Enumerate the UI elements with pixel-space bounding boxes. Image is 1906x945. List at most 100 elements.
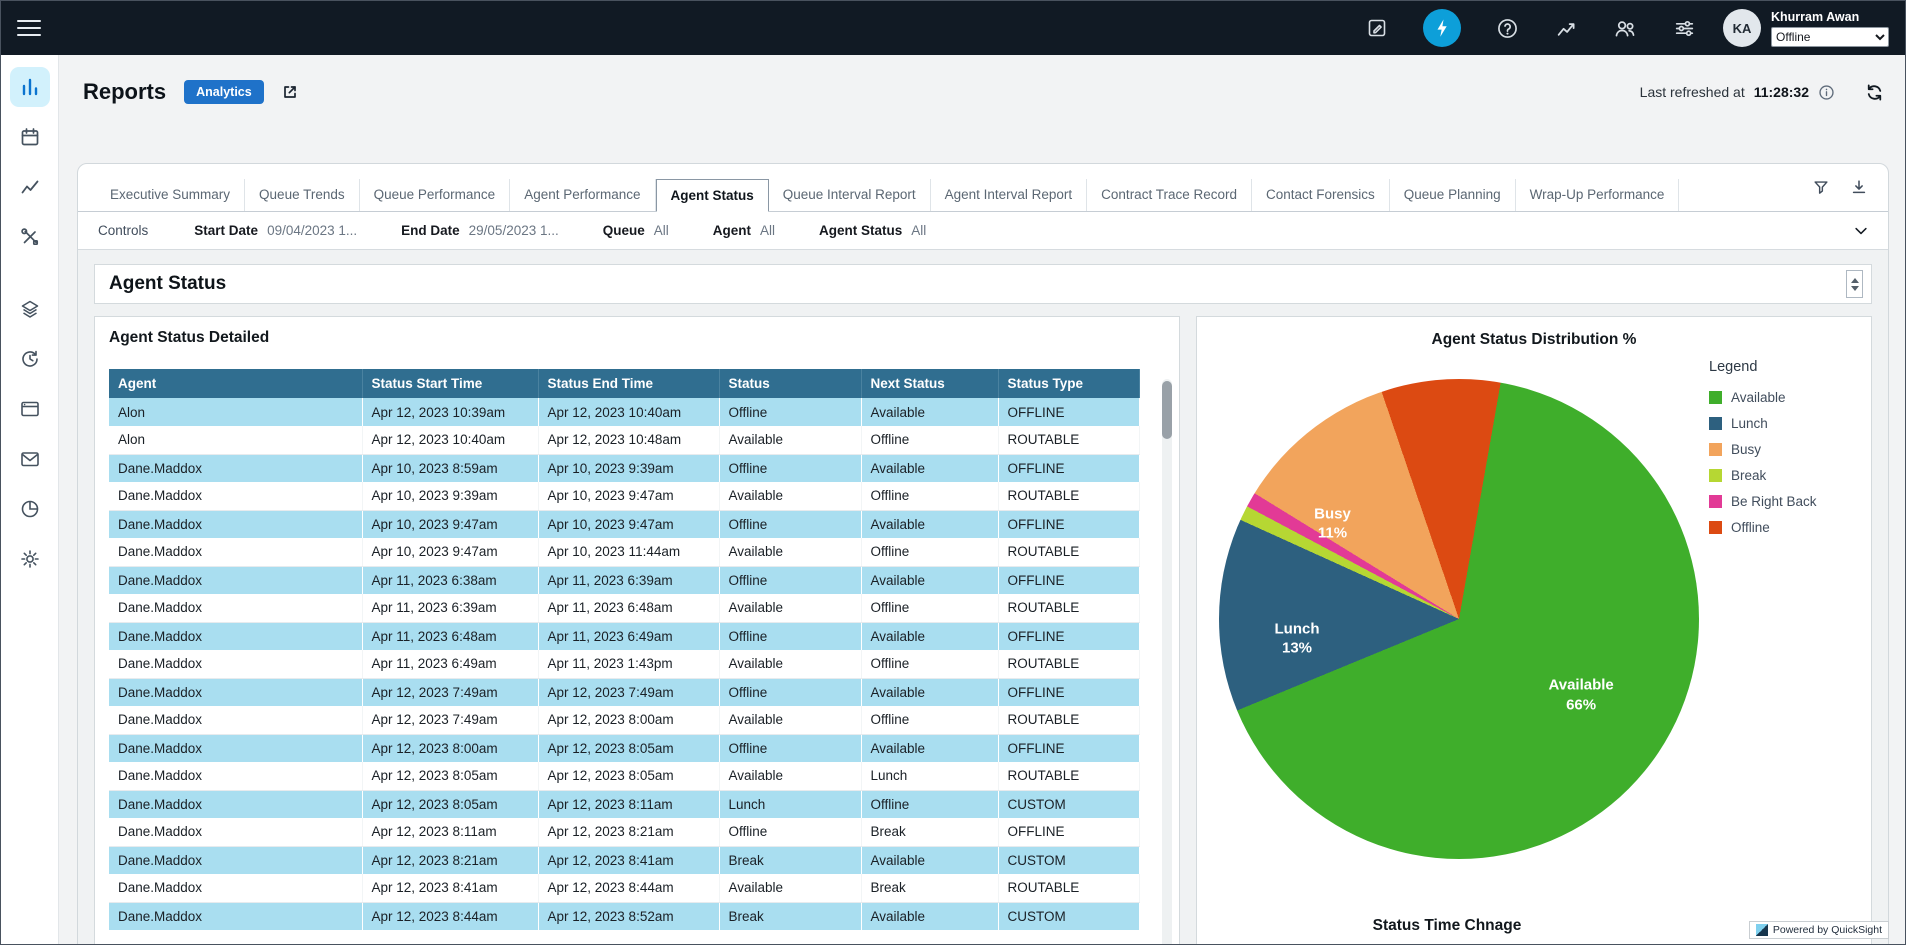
filter-icon[interactable]: [1812, 178, 1830, 196]
table-scrollbar[interactable]: [1162, 379, 1172, 944]
table-row[interactable]: Dane.MaddoxApr 12, 2023 8:05amApr 12, 20…: [109, 762, 1139, 790]
table-row[interactable]: Dane.MaddoxApr 10, 2023 9:39amApr 10, 20…: [109, 482, 1139, 510]
column-status-end-time[interactable]: Status End Time: [538, 369, 719, 398]
table-row[interactable]: Dane.MaddoxApr 10, 2023 9:47amApr 10, 20…: [109, 510, 1139, 538]
legend-swatch-icon: [1709, 469, 1722, 482]
table-row[interactable]: Dane.MaddoxApr 12, 2023 8:21amApr 12, 20…: [109, 846, 1139, 874]
tab-agent-status[interactable]: Agent Status: [656, 179, 769, 212]
sidebar-item-schedule[interactable]: [10, 117, 50, 157]
download-icon[interactable]: [1850, 178, 1868, 196]
legend-item-break[interactable]: Break: [1709, 468, 1817, 483]
tab-bar: Executive SummaryQueue TrendsQueue Perfo…: [78, 178, 1888, 212]
avatar[interactable]: KA: [1723, 9, 1761, 47]
table-cell: Apr 10, 2023 9:47am: [538, 510, 719, 538]
table-row[interactable]: Dane.MaddoxApr 10, 2023 8:59amApr 10, 20…: [109, 454, 1139, 482]
tab-wrap-up-performance[interactable]: Wrap-Up Performance: [1516, 179, 1680, 211]
legend-label: Available: [1731, 390, 1786, 405]
tab-agent-performance[interactable]: Agent Performance: [510, 179, 655, 211]
lightning-icon[interactable]: [1423, 9, 1461, 47]
help-icon[interactable]: [1494, 15, 1520, 41]
refresh-icon[interactable]: [1864, 82, 1885, 103]
table-row[interactable]: Dane.MaddoxApr 12, 2023 8:41amApr 12, 20…: [109, 874, 1139, 902]
tab-queue-interval-report[interactable]: Queue Interval Report: [769, 179, 931, 211]
column-agent[interactable]: Agent: [109, 369, 362, 398]
table-cell: ROUTABLE: [998, 482, 1139, 510]
sidebar-item-reports[interactable]: [10, 67, 50, 107]
hamburger-menu-icon[interactable]: [17, 15, 41, 41]
sidebar-item-analytics[interactable]: [10, 489, 50, 529]
column-next-status[interactable]: Next Status: [861, 369, 998, 398]
table-row[interactable]: Dane.MaddoxApr 12, 2023 8:11amApr 12, 20…: [109, 818, 1139, 846]
sidebar-item-history[interactable]: [10, 339, 50, 379]
scrollbar-thumb[interactable]: [1162, 381, 1172, 439]
tab-executive-summary[interactable]: Executive Summary: [96, 179, 245, 211]
external-link-icon[interactable]: [280, 82, 300, 102]
legend-item-available[interactable]: Available: [1709, 390, 1817, 405]
tab-contract-trace-record[interactable]: Contract Trace Record: [1087, 179, 1252, 211]
legend-label: Break: [1731, 468, 1766, 483]
sliders-icon[interactable]: [1671, 15, 1697, 41]
sidebar-item-messages[interactable]: [10, 439, 50, 479]
legend-item-lunch[interactable]: Lunch: [1709, 416, 1817, 431]
table-row[interactable]: Dane.MaddoxApr 11, 2023 6:49amApr 11, 20…: [109, 650, 1139, 678]
table-row[interactable]: AlonApr 12, 2023 10:39amApr 12, 2023 10:…: [109, 398, 1139, 426]
table-row[interactable]: Dane.MaddoxApr 10, 2023 9:47amApr 10, 20…: [109, 538, 1139, 566]
powered-by-quicksight-badge[interactable]: Powered by QuickSight: [1749, 921, 1889, 939]
table-row[interactable]: Dane.MaddoxApr 12, 2023 8:00amApr 12, 20…: [109, 734, 1139, 762]
tab-contact-forensics[interactable]: Contact Forensics: [1252, 179, 1390, 211]
sidebar-item-routing[interactable]: [10, 289, 50, 329]
sidebar-item-workspace[interactable]: [10, 389, 50, 429]
sidebar-item-tools[interactable]: [10, 217, 50, 257]
info-icon[interactable]: [1818, 84, 1835, 101]
table-cell: Apr 12, 2023 8:21am: [362, 846, 538, 874]
agent-status-table: AgentStatus Start TimeStatus End TimeSta…: [109, 369, 1140, 930]
table-cell: Offline: [861, 538, 998, 566]
line-chart-icon[interactable]: [1553, 15, 1579, 41]
filter-agent-status[interactable]: Agent StatusAll: [819, 223, 926, 238]
table-cell: Apr 12, 2023 7:49am: [362, 678, 538, 706]
section-stepper[interactable]: [1846, 270, 1863, 298]
filter-label: End Date: [401, 223, 460, 238]
table-row[interactable]: Dane.MaddoxApr 11, 2023 6:48amApr 11, 20…: [109, 622, 1139, 650]
legend-item-busy[interactable]: Busy: [1709, 442, 1817, 457]
table-row[interactable]: AlonApr 12, 2023 10:40amApr 12, 2023 10:…: [109, 426, 1139, 454]
filter-queue[interactable]: QueueAll: [603, 223, 669, 238]
tab-queue-planning[interactable]: Queue Planning: [1390, 179, 1516, 211]
table-cell: Offline: [719, 566, 861, 594]
user-status-select[interactable]: Offline: [1771, 27, 1889, 47]
legend-swatch-icon: [1709, 495, 1722, 508]
pie-chart-title: Agent Status Distribution %: [1197, 331, 1871, 349]
pie-chart[interactable]: Available 66%Lunch 13%Busy 11%: [1219, 379, 1699, 859]
table-cell: Offline: [861, 594, 998, 622]
sidebar-item-settings[interactable]: [10, 539, 50, 579]
table-cell: Apr 10, 2023 9:47am: [538, 482, 719, 510]
table-cell: Apr 11, 2023 6:39am: [538, 566, 719, 594]
table-row[interactable]: Dane.MaddoxApr 12, 2023 7:49amApr 12, 20…: [109, 706, 1139, 734]
legend-item-be-right-back[interactable]: Be Right Back: [1709, 494, 1817, 509]
column-status[interactable]: Status: [719, 369, 861, 398]
table-row[interactable]: Dane.MaddoxApr 11, 2023 6:38amApr 11, 20…: [109, 566, 1139, 594]
table-cell: Break: [861, 818, 998, 846]
notepad-icon[interactable]: [1364, 15, 1390, 41]
table-row[interactable]: Dane.MaddoxApr 12, 2023 7:49amApr 12, 20…: [109, 678, 1139, 706]
users-icon[interactable]: [1612, 15, 1638, 41]
sidebar-item-metrics[interactable]: [10, 167, 50, 207]
analytics-badge[interactable]: Analytics: [184, 80, 264, 104]
column-status-start-time[interactable]: Status Start Time: [362, 369, 538, 398]
table-row[interactable]: Dane.MaddoxApr 12, 2023 8:44amApr 12, 20…: [109, 902, 1139, 930]
table-row[interactable]: Dane.MaddoxApr 11, 2023 6:39amApr 11, 20…: [109, 594, 1139, 622]
filter-start-date[interactable]: Start Date09/04/2023 1...: [194, 223, 357, 238]
legend-item-offline[interactable]: Offline: [1709, 520, 1817, 535]
chevron-down-icon[interactable]: [1852, 222, 1870, 240]
table-cell: Apr 11, 2023 6:38am: [362, 566, 538, 594]
last-refreshed-time: 11:28:32: [1754, 84, 1809, 100]
tab-queue-performance[interactable]: Queue Performance: [360, 179, 511, 211]
tab-queue-trends[interactable]: Queue Trends: [245, 179, 360, 211]
table-row[interactable]: Dane.MaddoxApr 12, 2023 8:05amApr 12, 20…: [109, 790, 1139, 818]
filter-end-date[interactable]: End Date29/05/2023 1...: [401, 223, 559, 238]
filter-agent[interactable]: AgentAll: [713, 223, 775, 238]
column-status-type[interactable]: Status Type: [998, 369, 1139, 398]
filter-label: Agent: [713, 223, 751, 238]
table-cell: ROUTABLE: [998, 762, 1139, 790]
tab-agent-interval-report[interactable]: Agent Interval Report: [931, 179, 1088, 211]
